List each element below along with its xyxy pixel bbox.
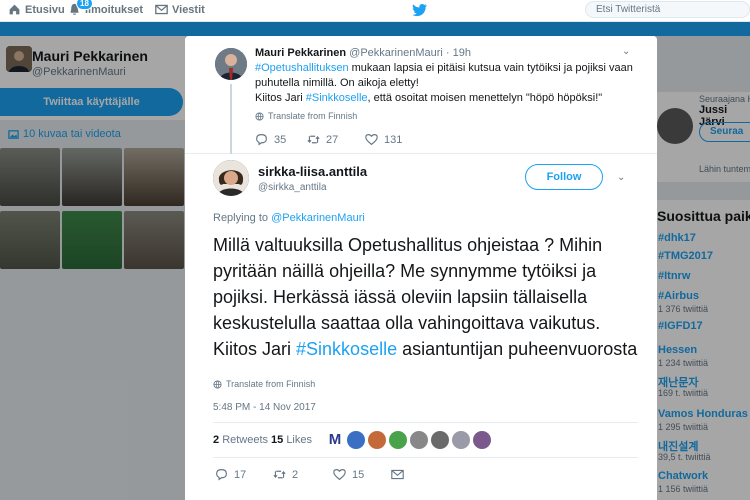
globe-icon [255, 111, 264, 121]
retweet-count: 2 [292, 468, 299, 481]
envelope-icon [155, 4, 168, 15]
liker-avatar[interactable] [431, 431, 449, 449]
tweet-author-name[interactable]: sirkka-liisa.anttila [258, 164, 367, 179]
translate-label: Translate from Finnish [226, 379, 316, 389]
direct-message-button[interactable] [391, 468, 404, 481]
replying-to-handle-link[interactable]: @PekkarinenMauri [271, 212, 365, 224]
hashtag-link[interactable]: #Sinkkoselle [296, 339, 397, 359]
reply-button[interactable]: 17 [215, 468, 246, 481]
liker-avatar[interactable] [473, 431, 491, 449]
chevron-down-icon[interactable]: ⌄ [622, 46, 630, 57]
retweets-stat[interactable]: 2 Retweets [213, 434, 268, 446]
reply-count: 35 [274, 133, 287, 146]
heart-icon [365, 134, 378, 146]
retweets-stat-label: Retweets [222, 434, 269, 446]
globe-icon [213, 379, 222, 389]
tweet-permalink-modal: Mauri Pekkarinen @PekkarinenMauri · 19h … [185, 36, 657, 500]
hashtag-link[interactable]: #Opetushallituksen [255, 62, 349, 74]
notifications-badge: 18 [76, 0, 93, 10]
parent-tweet-actions: 35 27 131 [255, 133, 555, 149]
like-button[interactable]: 15 [333, 468, 364, 481]
liker-avatar[interactable]: M [326, 431, 344, 449]
parent-tweet-header: Mauri Pekkarinen @PekkarinenMauri · 19h [255, 47, 471, 59]
like-count: 131 [384, 133, 403, 146]
translate-link[interactable]: Translate from Finnish [255, 111, 357, 121]
search-input[interactable]: Etsi Twitteristä [585, 1, 750, 18]
like-button[interactable]: 131 [365, 133, 402, 146]
retweet-button[interactable]: 2 [273, 468, 298, 481]
nav-home-label: Etusivu [25, 3, 65, 16]
translate-link[interactable]: Translate from Finnish [213, 379, 315, 389]
reply-count: 17 [234, 468, 247, 481]
reply-icon [256, 134, 267, 146]
liker-avatar[interactable] [368, 431, 386, 449]
retweet-icon [307, 135, 320, 144]
bell-icon: 18 [68, 0, 93, 16]
replying-prefix: Replying to [213, 212, 272, 224]
parent-tweet-meta[interactable]: @PekkarinenMauri · 19h [349, 47, 471, 59]
translate-label: Translate from Finnish [268, 111, 358, 121]
top-nav-bar: Etusivu 18 Ilmoitukset Viestit Etsi Twit… [0, 0, 750, 22]
liker-avatar[interactable] [410, 431, 428, 449]
avatar[interactable] [213, 160, 249, 196]
heart-icon [333, 469, 346, 481]
twitter-bird-icon[interactable] [410, 1, 428, 19]
envelope-icon [391, 469, 404, 480]
reply-icon [216, 469, 227, 481]
like-count: 15 [352, 468, 365, 481]
tweet-timestamp[interactable]: 5:48 PM - 14 Nov 2017 [213, 402, 316, 413]
tweet-stats: 2 Retweets 15 Likes M [213, 422, 638, 458]
tweet-text: Millä valtuuksilla Opetushallitus ohjeis… [213, 232, 643, 362]
liker-avatar[interactable] [452, 431, 470, 449]
home-icon [9, 4, 20, 15]
replying-to: Replying to @PekkarinenMauri [213, 212, 365, 224]
tweet-text-end: asiantuntijan puheenvuorosta [397, 339, 638, 359]
parent-tweet-text-part: , että osoitat moisen menettelyn "höpö h… [367, 92, 603, 104]
retweets-stat-count: 2 [213, 434, 220, 446]
parent-tweet[interactable]: Mauri Pekkarinen @PekkarinenMauri · 19h … [185, 36, 657, 154]
parent-tweet-author-name[interactable]: Mauri Pekkarinen [255, 47, 346, 59]
nav-notifications[interactable]: 18 Ilmoitukset [68, 0, 144, 16]
chevron-down-icon[interactable]: ⌄ [617, 172, 625, 183]
tweet-author-handle[interactable]: @sirkka_anttila [258, 182, 327, 193]
likes-stat-count: 15 [271, 434, 284, 446]
parent-tweet-text: #Opetushallituksen mukaan lapsia ei pitä… [255, 61, 635, 106]
hashtag-link[interactable]: #Sinkkoselle [306, 92, 368, 104]
likes-stat[interactable]: 15 Likes [271, 434, 312, 446]
retweet-button[interactable]: 27 [307, 133, 338, 146]
avatar[interactable] [215, 48, 247, 80]
nav-messages[interactable]: Viestit [155, 3, 205, 16]
nav-messages-label: Viestit [172, 3, 205, 16]
nav-notifications-label: Ilmoitukset [85, 3, 144, 16]
thread-connector [230, 84, 232, 154]
parent-tweet-text-part: Kiitos Jari [255, 92, 306, 104]
nav-home[interactable]: Etusivu [8, 3, 65, 16]
likes-stat-label: Likes [286, 434, 312, 446]
liker-avatar[interactable] [389, 431, 407, 449]
tweet-actions: 17 2 15 [213, 468, 513, 488]
reply-button[interactable]: 35 [255, 133, 286, 146]
retweet-count: 27 [326, 133, 339, 146]
liker-avatar[interactable] [347, 431, 365, 449]
retweet-icon [273, 470, 286, 479]
follow-button[interactable]: Follow [525, 164, 603, 190]
